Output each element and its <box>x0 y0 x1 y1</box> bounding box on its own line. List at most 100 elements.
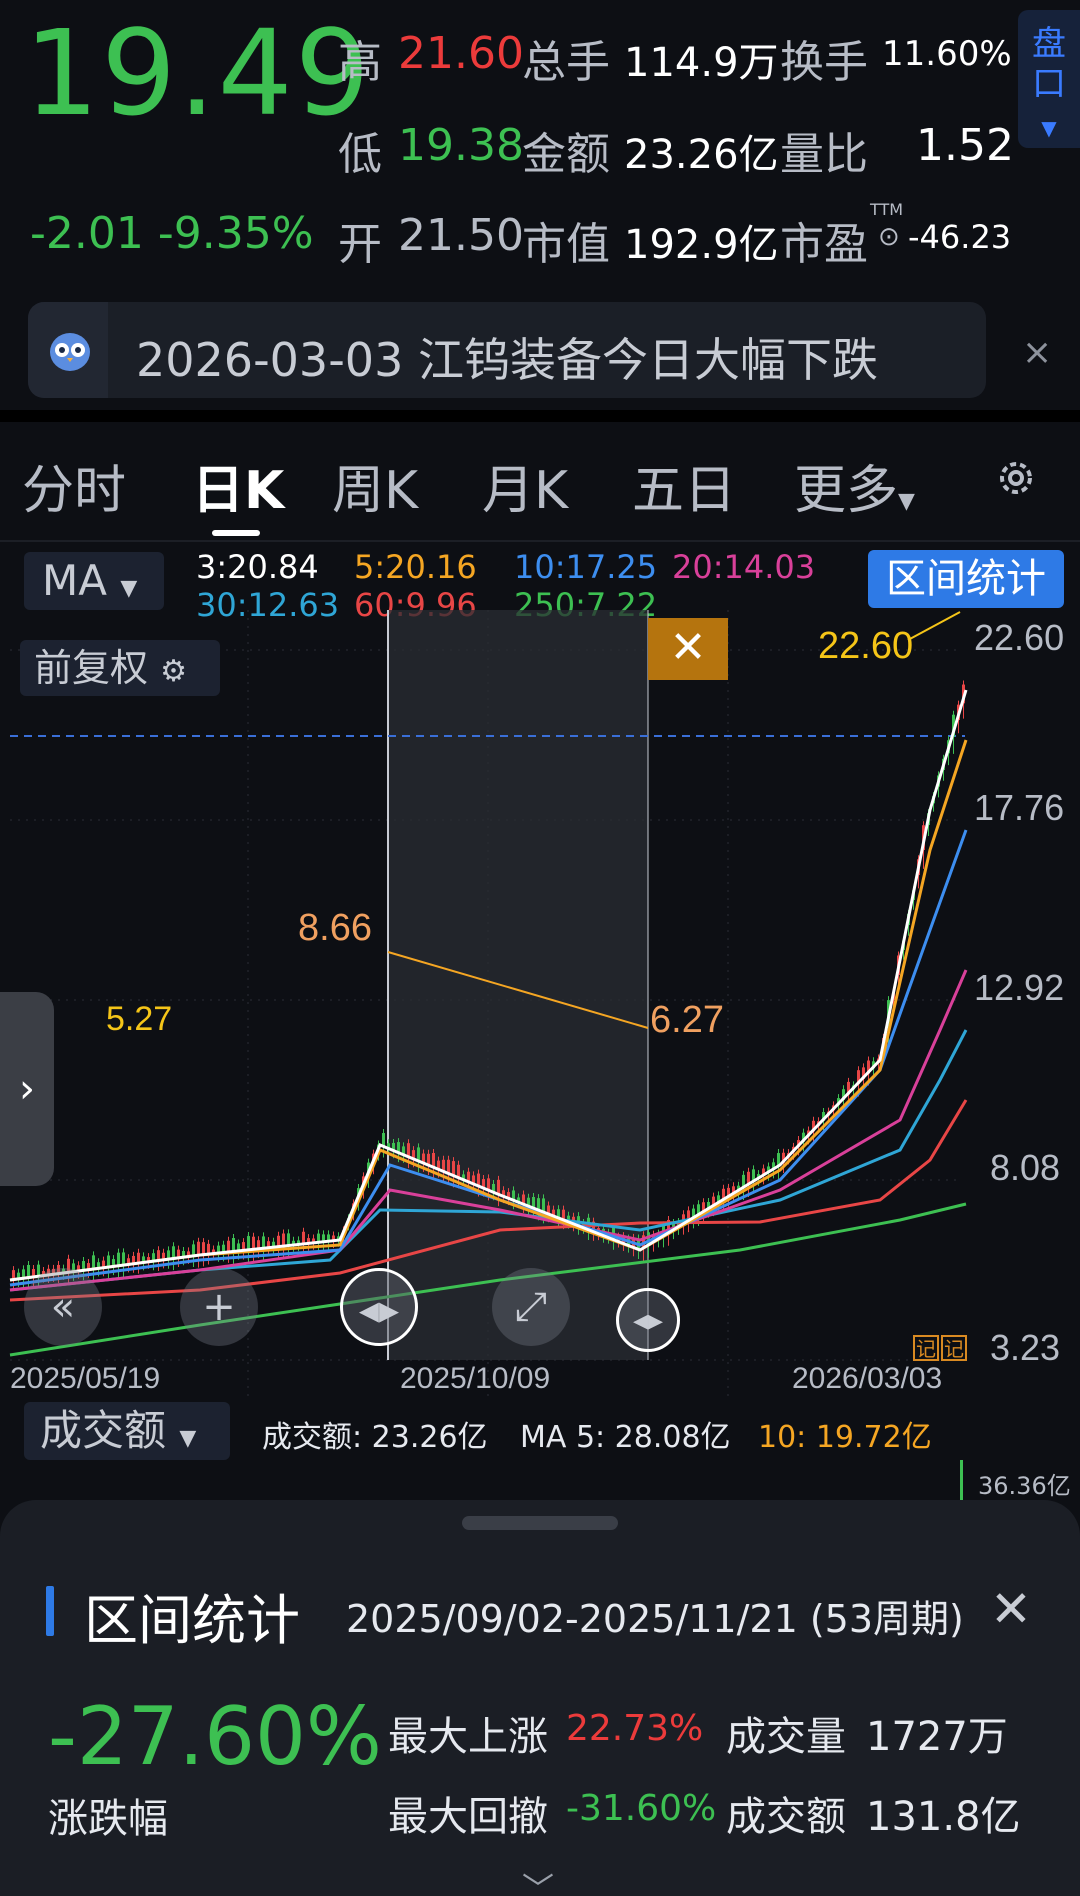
sheet-close-icon[interactable]: ✕ <box>990 1580 1032 1638</box>
low-label: 低 <box>338 129 382 180</box>
expand-panel-handle[interactable]: › <box>0 992 54 1186</box>
candle-body <box>457 1164 460 1178</box>
indicator-select-label: MA <box>42 556 107 605</box>
pe-value: -46.23 <box>908 218 1012 256</box>
candle-body <box>287 1233 290 1246</box>
change-value: -2.01 <box>30 208 144 259</box>
stat-volume-label: 成交量 <box>726 1714 846 1760</box>
low-annotation: 5.27 <box>106 1000 172 1038</box>
candle-body <box>27 1264 30 1278</box>
candle-body <box>427 1153 430 1165</box>
volume-indicator-select[interactable]: 成交额 ▼ <box>24 1402 230 1460</box>
chevron-right-icon: › <box>19 1066 35 1112</box>
caret-down-icon: ▼ <box>1041 116 1057 140</box>
y-tick-3: 12.92 <box>974 967 1064 1008</box>
candle-body <box>532 1196 535 1208</box>
candle-body <box>197 1241 200 1256</box>
candle-body <box>117 1252 120 1266</box>
news-headline: 2026-03-03 江钨装备今日大幅下跌 <box>136 333 878 387</box>
amount-value: 23.26亿 <box>624 132 779 178</box>
tab-more-label: 更多 <box>794 461 899 521</box>
candle-body <box>407 1143 410 1157</box>
gear-icon[interactable] <box>992 454 1040 506</box>
candle-body <box>247 1236 250 1250</box>
tab-intraday[interactable]: 分时 <box>22 448 126 523</box>
turnover-value: 11.60% <box>882 34 1012 74</box>
sheet-date-range: 2025/09/02-2025/11/21 (53周期) <box>346 1597 964 1641</box>
pe-ttm-tag: TTM <box>870 200 904 219</box>
candle-body <box>262 1236 265 1249</box>
range-stats-sheet: 区间统计 2025/09/02-2025/11/21 (53周期) ✕ -27.… <box>0 1500 1080 1896</box>
candle-body <box>542 1198 545 1212</box>
x-tick-1: 2025/05/19 <box>10 1362 160 1395</box>
rewind-icon[interactable]: « <box>24 1268 102 1346</box>
high-label: 高 <box>338 37 382 88</box>
pankou-label: 盘口 <box>1032 24 1066 104</box>
gear-icon: ⚙ <box>160 654 188 689</box>
tab-monthly-k[interactable]: 月K <box>482 448 568 523</box>
candle-body <box>537 1198 540 1210</box>
note-badge-2-text: 记 <box>944 1337 964 1361</box>
caret-down-icon: ▼ <box>179 1426 197 1451</box>
candle-body <box>452 1161 455 1175</box>
zoom-in-icon[interactable]: + <box>180 1268 258 1346</box>
title-accent-bar <box>46 1586 54 1636</box>
caret-down-icon: ▼ <box>120 576 138 601</box>
pankou-button[interactable]: 盘口 ▼ <box>1018 10 1080 148</box>
tabs-divider <box>0 540 1080 542</box>
turnover-label: 换手 <box>780 37 868 88</box>
sheet-drag-handle[interactable] <box>462 1516 618 1530</box>
ma5-value: 5:20.16 <box>354 548 477 586</box>
chevron-down-icon[interactable]: ﹀ <box>522 1864 554 1896</box>
fullscreen-icon[interactable]: ⤢ <box>492 1268 570 1346</box>
tab-daily-k[interactable]: 日K <box>192 448 284 523</box>
volratio-value: 1.52 <box>916 120 1014 171</box>
range-stats-button[interactable]: 区间统计 <box>868 550 1064 608</box>
sheet-title: 区间统计 <box>84 1589 300 1652</box>
change-percent: -9.35% <box>157 208 314 259</box>
open-value: 21.50 <box>398 210 524 261</box>
volume-max-label: 36.36亿 <box>978 1472 1071 1500</box>
volume-value: 114.9万 <box>624 40 779 86</box>
stat-amount-label: 成交额 <box>726 1794 846 1840</box>
candle-body <box>302 1231 305 1245</box>
candle-body <box>497 1179 500 1194</box>
section-divider <box>0 410 1080 422</box>
candle-body <box>252 1236 255 1250</box>
ma10-value: 10:17.25 <box>514 548 658 586</box>
volratio-label: 量比 <box>780 129 868 180</box>
range-change-label: 涨跌幅 <box>48 1796 168 1842</box>
quote-header: 19.49 -2.01 -9.35% 高 21.60 总手 114.9万 换手 … <box>0 0 1080 300</box>
candle-body <box>477 1173 480 1186</box>
ma20-value: 20:14.03 <box>672 548 816 586</box>
info-icon[interactable]: ⊙ <box>878 222 900 252</box>
peak-annotation: 8.66 <box>298 907 372 949</box>
amount-label: 金额 <box>522 129 610 180</box>
candle-body <box>417 1147 420 1161</box>
low-value: 19.38 <box>398 120 524 171</box>
price-change: -2.01 -9.35% <box>30 208 314 259</box>
indicator-select[interactable]: MA ▼ <box>24 552 164 610</box>
candle-body <box>232 1238 235 1252</box>
volume-ma10: 10: 19.72亿 <box>758 1420 932 1455</box>
candle-body <box>382 1133 385 1146</box>
candle-body <box>487 1178 490 1190</box>
range-end-handle-icon[interactable]: ◂▸ <box>616 1288 680 1352</box>
volume-amount: 成交额: 23.26亿 <box>262 1420 488 1455</box>
tab-five-day[interactable]: 五日 <box>632 448 736 523</box>
mktcap-label: 市值 <box>522 219 610 270</box>
stat-amount-value: 131.8亿 <box>866 1794 1021 1840</box>
news-bar[interactable]: 2026-03-03 江钨装备今日大幅下跌 <box>28 302 986 398</box>
tab-more[interactable]: 更多▼ <box>794 448 915 523</box>
y-tick-5: 3.23 <box>990 1327 1060 1368</box>
price-adjust-button[interactable]: 前复权 ⚙ <box>20 640 220 696</box>
news-close-icon[interactable]: × <box>1022 332 1052 373</box>
range-start-handle-icon[interactable]: ◂▸ <box>340 1268 418 1346</box>
close-range-icon[interactable]: ✕ <box>648 618 728 680</box>
open-label: 开 <box>338 219 382 270</box>
candle-body <box>92 1255 95 1270</box>
max-rise-value: 22.73% <box>566 1708 704 1749</box>
tab-weekly-k[interactable]: 周K <box>332 448 418 523</box>
selected-range-area <box>388 610 648 1360</box>
candle-body <box>447 1159 450 1173</box>
